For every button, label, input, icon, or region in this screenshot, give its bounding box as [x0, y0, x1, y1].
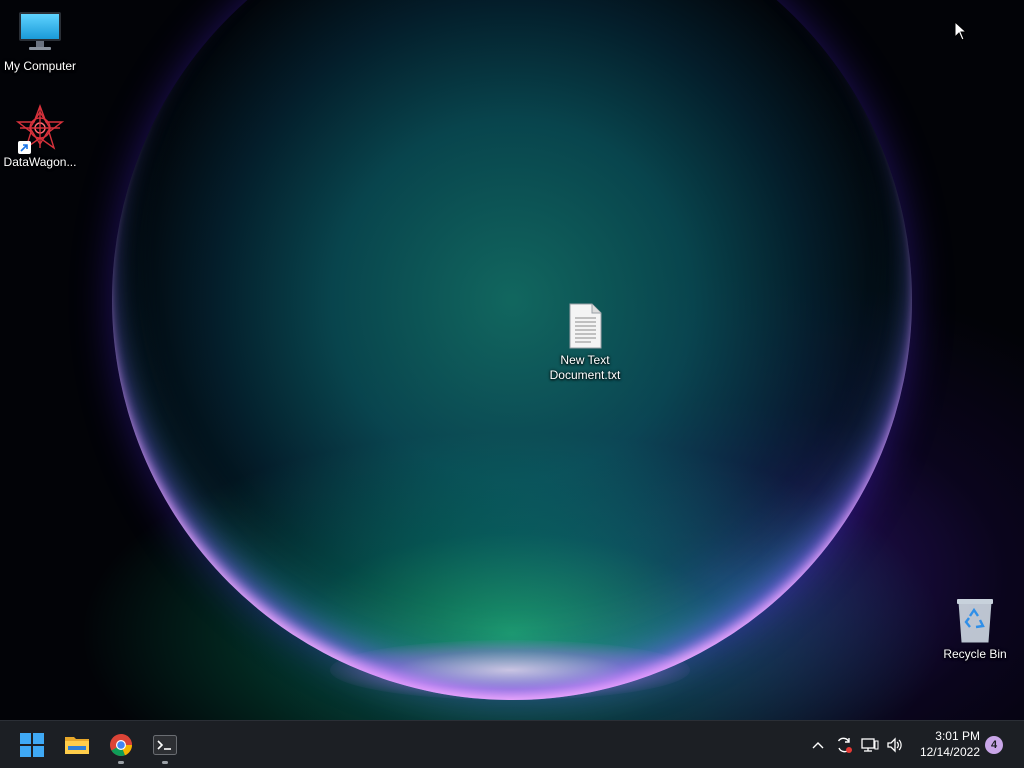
- monitor-icon: [16, 8, 64, 56]
- desktop-icon-datawagon[interactable]: DataWagon...: [0, 104, 80, 170]
- wallpaper-orb-glow: [330, 640, 690, 700]
- shortcut-arrow-icon: [18, 141, 31, 154]
- desktop-icon-label: DataWagon...: [3, 155, 77, 169]
- desktop-icon-label: New Text Document.txt: [549, 353, 621, 382]
- desktop-icon-label: My Computer: [3, 59, 77, 73]
- taskbar-terminal-button[interactable]: [145, 725, 185, 765]
- volume-icon: [887, 737, 902, 753]
- desktop-icon-new-text-document[interactable]: New Text Document.txt: [544, 302, 626, 383]
- chevron-up-icon: [812, 742, 824, 749]
- clock-date: 12/14/2022: [919, 745, 980, 759]
- desktop-icon-recycle-bin[interactable]: Recycle Bin: [935, 596, 1015, 662]
- datawagon-shortcut-icon: [15, 104, 65, 154]
- sync-tray-button[interactable]: [832, 731, 856, 759]
- chrome-icon: [110, 734, 132, 756]
- desktop-wallpaper: [0, 0, 1024, 720]
- folder-icon: [65, 737, 89, 754]
- show-hidden-icons-button[interactable]: [806, 731, 830, 759]
- sync-icon: [837, 737, 852, 753]
- recycle-bin-icon: [951, 596, 999, 644]
- mouse-cursor-icon: [954, 20, 968, 46]
- running-indicator: [118, 761, 124, 764]
- clock-time: 3:01 PM: [935, 729, 980, 743]
- wallpaper-orb: [112, 0, 912, 700]
- running-indicator: [162, 761, 168, 764]
- desktop-icon-my-computer[interactable]: My Computer: [0, 8, 80, 74]
- network-tray-button[interactable]: [858, 731, 882, 759]
- start-button[interactable]: [12, 725, 52, 765]
- terminal-icon: [153, 735, 177, 755]
- taskbar-clock[interactable]: 3:01 PM 12/14/2022: [920, 728, 980, 760]
- windows-start-icon: [20, 733, 44, 757]
- notification-badge[interactable]: 4: [985, 736, 1003, 754]
- text-document-icon: [561, 302, 609, 350]
- taskbar: 3:01 PM 12/14/2022 4: [0, 720, 1024, 768]
- taskbar-file-explorer-button[interactable]: [57, 725, 97, 765]
- desktop-icon-label: Recycle Bin: [943, 647, 1007, 661]
- volume-tray-button[interactable]: [883, 731, 907, 759]
- taskbar-chrome-button[interactable]: [101, 725, 141, 765]
- network-icon: [861, 738, 879, 752]
